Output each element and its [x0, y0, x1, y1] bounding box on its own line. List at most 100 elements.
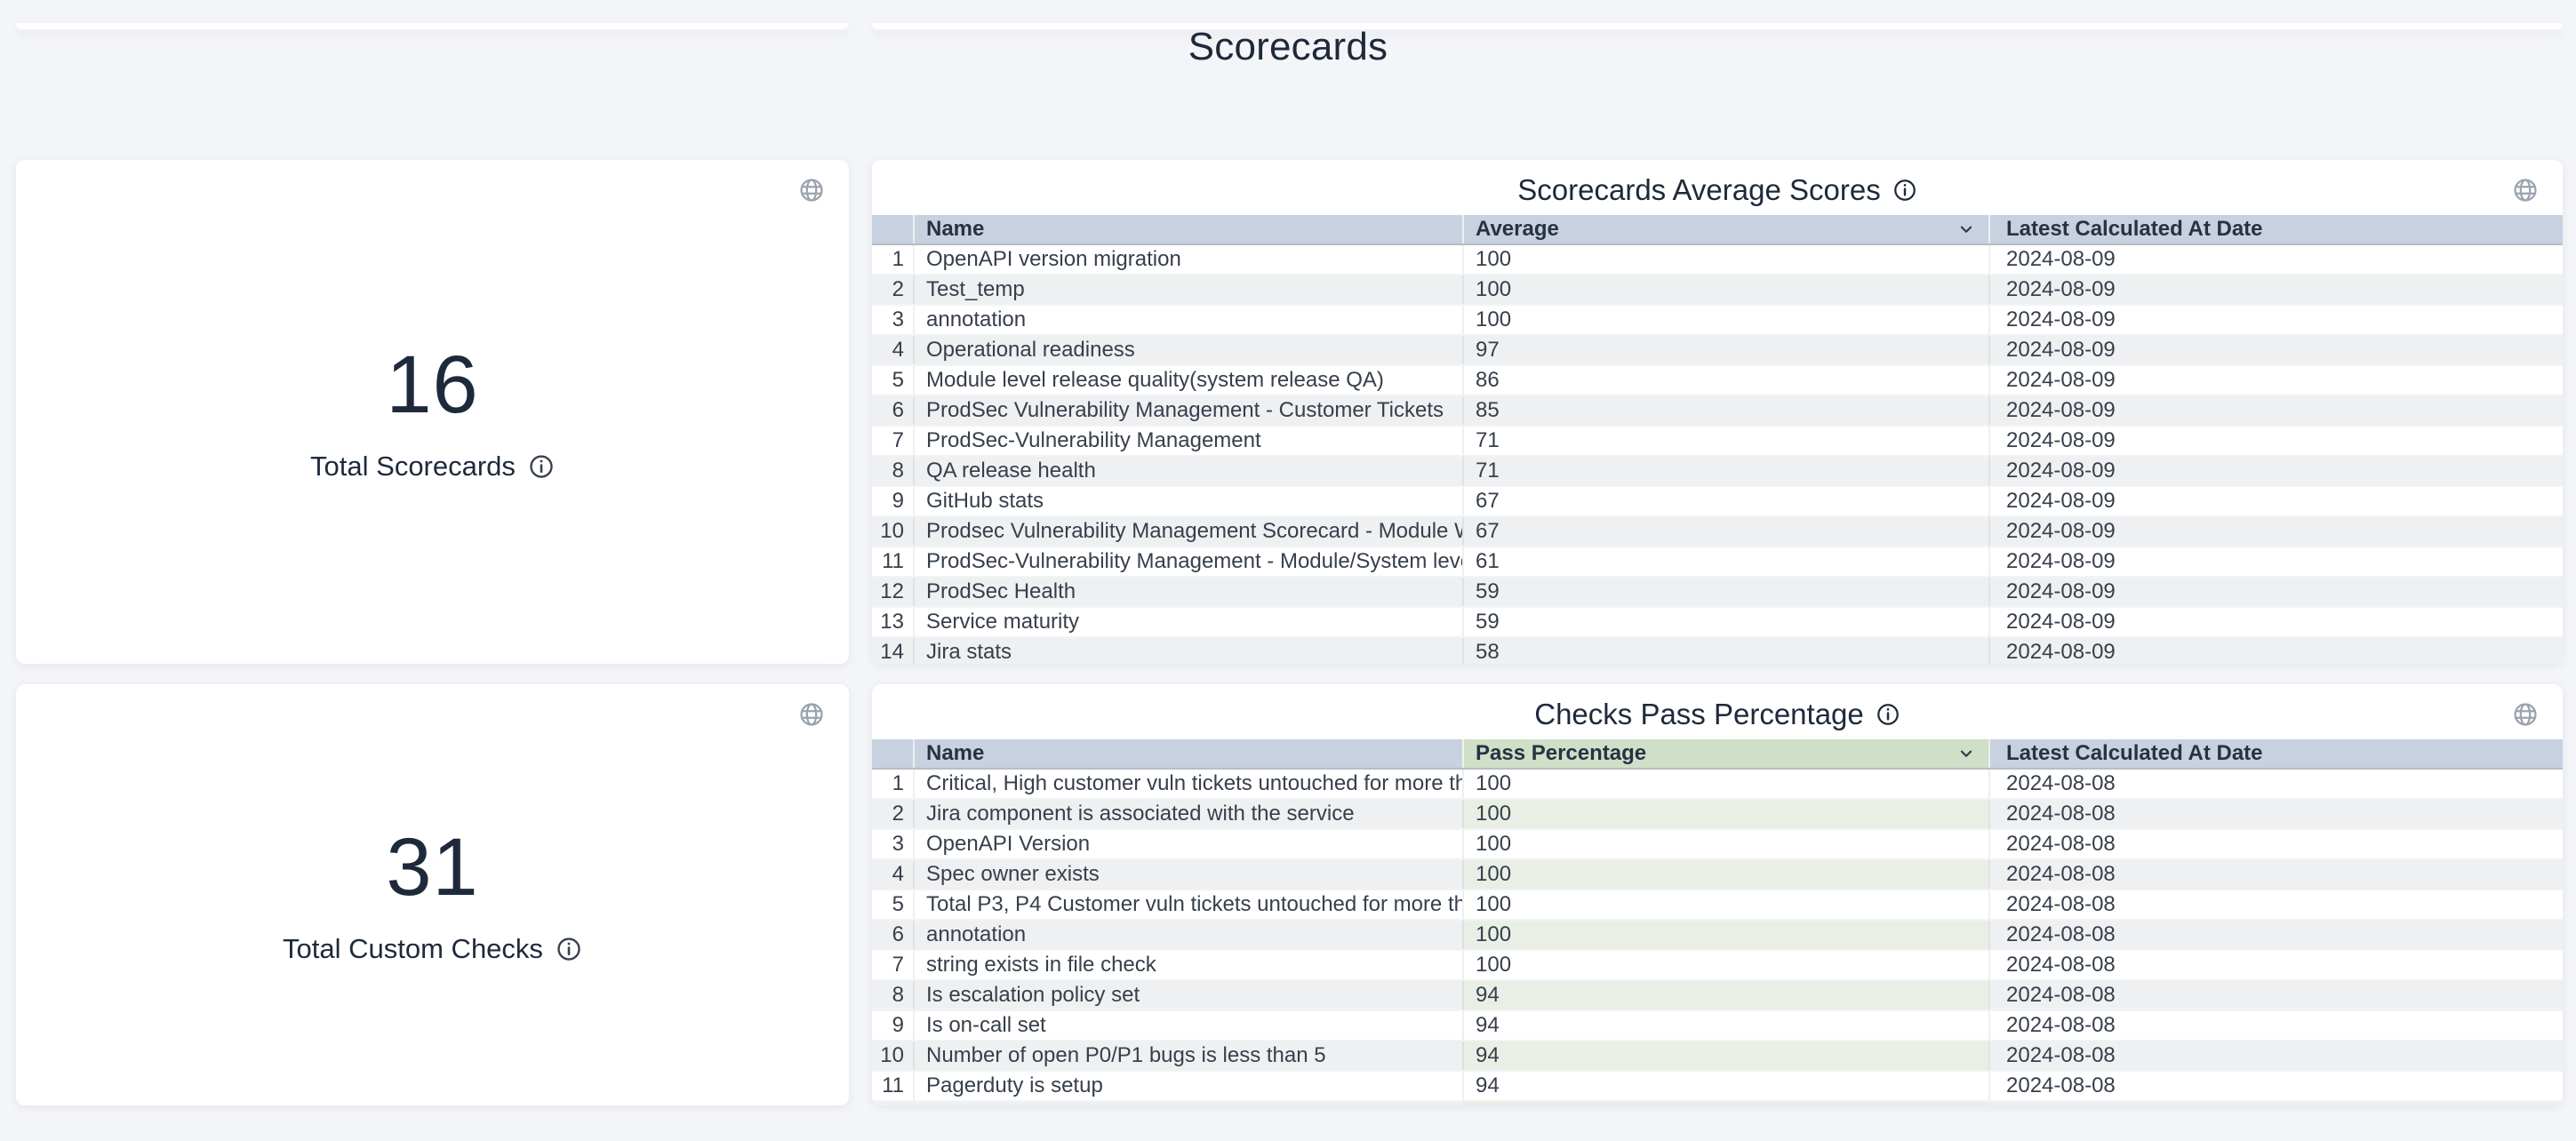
table-row[interactable]: 11ProdSec-Vulnerability Management - Mod… [872, 547, 2563, 578]
column-header-date[interactable]: Latest Calculated At Date [1988, 215, 2563, 243]
table-row[interactable]: 4Spec owner exists1002024-08-08 [872, 860, 2563, 890]
cell-value: 100 [1462, 951, 1988, 979]
cell-name: OpenAPI version migration [913, 245, 1462, 274]
cell-name: OpenAPI Version [913, 830, 1462, 858]
cell-index: 1 [872, 245, 913, 274]
table-row[interactable]: 7ProdSec-Vulnerability Management712024-… [872, 427, 2563, 457]
column-header-value[interactable]: Pass Percentage [1462, 739, 1988, 768]
column-header-value-label: Average [1476, 217, 1559, 242]
table-row[interactable]: 3OpenAPI Version1002024-08-08 [872, 830, 2563, 860]
table-row[interactable]: 5Total P3, P4 Customer vuln tickets unto… [872, 890, 2563, 921]
cell-date: 2024-08-09 [1988, 457, 2563, 485]
cell-index: 11 [872, 547, 913, 576]
cell-date: 2024-08-08 [1988, 830, 2563, 858]
table-row[interactable]: 5Module level release quality(system rel… [872, 366, 2563, 396]
cell-index: 6 [872, 921, 913, 949]
table-row[interactable]: 10Prodsec Vulnerability Management Score… [872, 517, 2563, 547]
cell-date: 2024-08-09 [1988, 245, 2563, 274]
cell-date: 2024-08-09 [1988, 638, 2563, 664]
table-row[interactable]: 1OpenAPI version migration1002024-08-09 [872, 245, 2563, 275]
table-row[interactable]: 6annotation1002024-08-08 [872, 921, 2563, 951]
table-card-scorecards-average-scores: Scorecards Average Scores Name Average L… [872, 160, 2563, 664]
cell-index: 10 [872, 1041, 913, 1070]
cell-index: 7 [872, 951, 913, 979]
column-header-name[interactable]: Name [913, 215, 1462, 243]
table-row[interactable]: 2Jira component is associated with the s… [872, 800, 2563, 830]
cell-date: 2024-08-08 [1988, 1041, 2563, 1070]
cell-index: 4 [872, 860, 913, 889]
chevron-down-icon[interactable] [1956, 219, 1976, 239]
column-header-value[interactable]: Average [1462, 215, 1988, 243]
cell-index: 7 [872, 427, 913, 455]
cell-date: 2024-08-09 [1988, 336, 2563, 364]
chevron-down-icon[interactable] [1956, 744, 1976, 763]
cell-name: Jira stats [913, 638, 1462, 664]
cell-value: 94 [1462, 1041, 1988, 1070]
cell-value: 100 [1462, 770, 1988, 798]
table-header-row: Name Pass Percentage Latest Calculated A… [872, 739, 2563, 770]
cell-value: 94 [1462, 1011, 1988, 1040]
cell-index: 6 [872, 396, 913, 425]
cell-value: 94 [1462, 1072, 1988, 1100]
column-header-name[interactable]: Name [913, 739, 1462, 768]
cell-name: Pagerduty is setup [913, 1072, 1462, 1100]
cell-name: ProdSec-Vulnerability Management [913, 427, 1462, 455]
cell-name: Is escalation policy set [913, 981, 1462, 1009]
table-row[interactable]: 7string exists in file check1002024-08-0… [872, 951, 2563, 981]
cell-date: 2024-08-08 [1988, 890, 2563, 919]
table-card-checks-pass-percentage: Checks Pass Percentage Name Pass Percent… [872, 684, 2563, 1105]
table-row[interactable]: 9Is on-call set942024-08-08 [872, 1011, 2563, 1041]
table-row[interactable]: 9GitHub stats672024-08-09 [872, 487, 2563, 517]
table-row[interactable]: 13Service maturity592024-08-09 [872, 608, 2563, 638]
stat-card-total-custom-checks: 31 Total Custom Checks [16, 684, 849, 1105]
cell-value: 100 [1462, 306, 1988, 334]
cell-date: 2024-08-08 [1988, 1072, 2563, 1100]
table-row[interactable]: 8QA release health712024-08-09 [872, 457, 2563, 487]
cell-value: 100 [1462, 860, 1988, 889]
info-icon[interactable] [1876, 702, 1900, 727]
table-row[interactable]: 14Jira stats582024-08-09 [872, 638, 2563, 664]
stat-value: 16 [386, 342, 478, 427]
cell-index: 3 [872, 306, 913, 334]
column-header-value-label: Pass Percentage [1476, 741, 1646, 766]
cell-index: 5 [872, 366, 913, 395]
globe-icon[interactable] [797, 700, 826, 729]
info-icon[interactable] [1892, 178, 1917, 203]
table-row[interactable]: 2Test_temp1002024-08-09 [872, 275, 2563, 306]
column-header-index [872, 215, 913, 243]
table-row[interactable]: 3annotation1002024-08-09 [872, 306, 2563, 336]
cell-value: 86 [1462, 366, 1988, 395]
cell-date: 2024-08-08 [1988, 921, 2563, 949]
globe-icon[interactable] [2511, 176, 2540, 204]
table-row[interactable]: 10Number of open P0/P1 bugs is less than… [872, 1041, 2563, 1072]
table-row[interactable]: 4Operational readiness972024-08-09 [872, 336, 2563, 366]
table-row[interactable]: 11Pagerduty is setup942024-08-08 [872, 1072, 2563, 1102]
cell-date: 2024-08-09 [1988, 517, 2563, 546]
cell-date: 2024-08-08 [1988, 951, 2563, 979]
cell-value: 94 [1462, 981, 1988, 1009]
cell-index: 9 [872, 1011, 913, 1040]
info-icon[interactable] [556, 936, 582, 962]
cell-date: 2024-08-09 [1988, 608, 2563, 636]
dashboard-grid: 16 Total Scorecards Scorecards Average S… [0, 160, 2576, 1105]
cell-index: 12 [872, 578, 913, 606]
cell-name: Operational readiness [913, 336, 1462, 364]
cell-index: 9 [872, 487, 913, 515]
cell-date: 2024-08-09 [1988, 275, 2563, 304]
globe-icon[interactable] [2511, 700, 2540, 729]
cell-value: 59 [1462, 608, 1988, 636]
table-title: Checks Pass Percentage [1534, 698, 1864, 731]
cell-value: 100 [1462, 830, 1988, 858]
cell-date: 2024-08-08 [1988, 981, 2563, 1009]
table-row[interactable]: 12ProdSec Health592024-08-09 [872, 578, 2563, 608]
table-row[interactable]: 1Critical, High customer vuln tickets un… [872, 770, 2563, 800]
table-row[interactable]: 8Is escalation policy set942024-08-08 [872, 981, 2563, 1011]
cell-value: 67 [1462, 487, 1988, 515]
cell-name: QA release health [913, 457, 1462, 485]
globe-icon[interactable] [797, 176, 826, 204]
cell-date: 2024-08-09 [1988, 396, 2563, 425]
column-header-date[interactable]: Latest Calculated At Date [1988, 739, 2563, 768]
table-row[interactable]: 6ProdSec Vulnerability Management - Cust… [872, 396, 2563, 427]
cell-name: Jira component is associated with the se… [913, 800, 1462, 828]
info-icon[interactable] [528, 453, 555, 480]
